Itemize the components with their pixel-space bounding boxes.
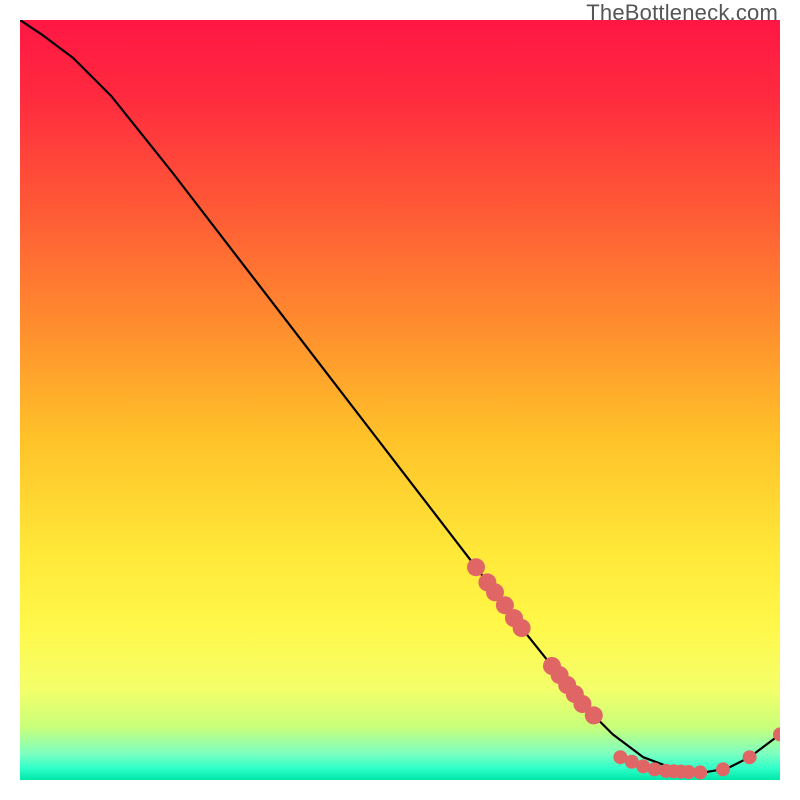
data-marker <box>743 750 757 764</box>
data-marker <box>513 619 531 637</box>
data-marker <box>585 706 603 724</box>
data-marker <box>716 762 730 776</box>
plot-area <box>20 20 780 780</box>
bottleneck-curve <box>20 20 780 772</box>
data-markers <box>467 558 780 779</box>
watermark-text: TheBottleneck.com <box>586 0 778 26</box>
curve-layer <box>20 20 780 780</box>
data-marker <box>693 765 707 779</box>
bottleneck-chart: TheBottleneck.com <box>0 0 800 800</box>
data-marker <box>467 558 485 576</box>
